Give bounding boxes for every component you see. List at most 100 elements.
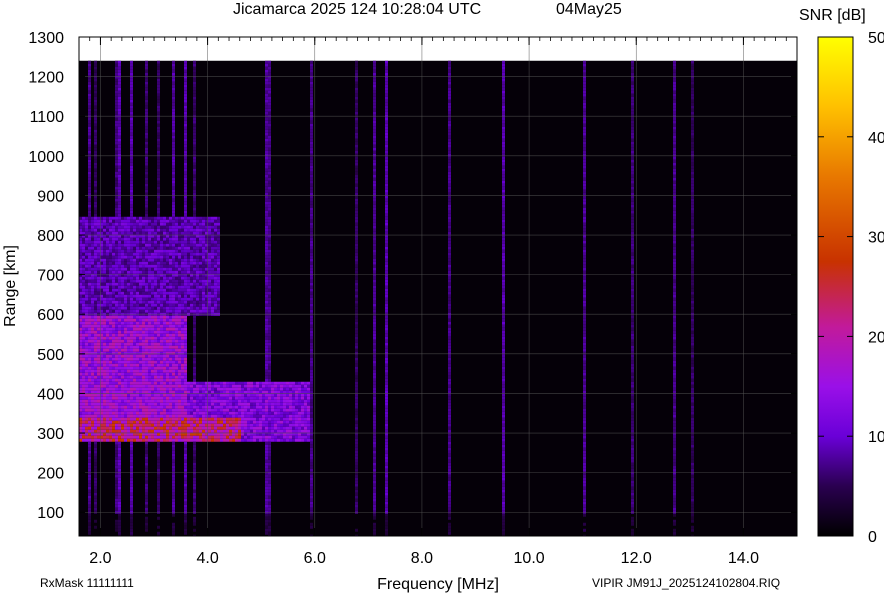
- heatmap-cell: [142, 303, 145, 307]
- heatmap-cell: [163, 327, 166, 331]
- heatmap-cell: [124, 405, 127, 409]
- heatmap-cell: [217, 264, 220, 268]
- heatmap-cell: [82, 426, 85, 430]
- heatmap-cell: [112, 366, 115, 370]
- heatmap-cell: [232, 417, 235, 421]
- heatmap-cell: [274, 429, 277, 433]
- heatmap-cell: [127, 345, 130, 349]
- heatmap-cell: [211, 288, 214, 292]
- heatmap-cell: [193, 393, 196, 397]
- heatmap-cell: [121, 336, 124, 340]
- heatmap-cell: [193, 309, 196, 313]
- heatmap-cell: [85, 438, 88, 442]
- heatmap-cell: [184, 306, 187, 310]
- heatmap-cell: [130, 411, 133, 415]
- heatmap-cell: [160, 381, 163, 385]
- heatmap-cell: [265, 378, 268, 382]
- heatmap-cell: [265, 96, 268, 100]
- heatmap-cell: [109, 222, 112, 226]
- heatmap-cell: [121, 417, 124, 421]
- heatmap-cell: [190, 288, 193, 292]
- heatmap-cell: [145, 363, 148, 367]
- heatmap-cell: [109, 372, 112, 376]
- heatmap-cell: [154, 315, 157, 319]
- heatmap-cell: [298, 411, 301, 415]
- heatmap-cell: [229, 381, 232, 385]
- heatmap-cell: [187, 384, 190, 388]
- heatmap-cell: [88, 330, 91, 334]
- heatmap-cell: [307, 408, 310, 412]
- heatmap-cell: [223, 423, 226, 427]
- heatmap-cell: [115, 141, 118, 145]
- heatmap-cell: [187, 222, 190, 226]
- heatmap-cell: [118, 222, 121, 226]
- heatmap-cell: [97, 411, 100, 415]
- heatmap-cell: [145, 66, 148, 70]
- heatmap-cell: [256, 384, 259, 388]
- chart-date: 04May25: [556, 1, 622, 18]
- heatmap-cell: [283, 423, 286, 427]
- heatmap-cell: [118, 309, 121, 313]
- heatmap-cell: [163, 375, 166, 379]
- heatmap-cell: [130, 396, 133, 400]
- heatmap-cell: [178, 429, 181, 433]
- heatmap-cell: [277, 393, 280, 397]
- heatmap-cell: [157, 261, 160, 265]
- heatmap-cell: [145, 522, 148, 526]
- heatmap-cell: [88, 504, 91, 508]
- heatmap-cell: [199, 306, 202, 310]
- heatmap-cell: [139, 321, 142, 325]
- heatmap-cell: [112, 264, 115, 268]
- heatmap-cell: [127, 231, 130, 235]
- heatmap-cell: [88, 288, 91, 292]
- heatmap-cell: [103, 273, 106, 277]
- heatmap-cell: [115, 495, 118, 499]
- heatmap-cell: [196, 309, 199, 313]
- heatmap-cell: [124, 276, 127, 280]
- heatmap-cell: [235, 405, 238, 409]
- heatmap-cell: [151, 405, 154, 409]
- heatmap-cell: [208, 438, 211, 442]
- heatmap-cell: [190, 426, 193, 430]
- heatmap-cell: [145, 195, 148, 199]
- heatmap-cell: [91, 336, 94, 340]
- heatmap-cell: [178, 267, 181, 271]
- heatmap-cell: [172, 417, 175, 421]
- heatmap-cell: [130, 228, 133, 232]
- heatmap-cell: [109, 423, 112, 427]
- heatmap-cell: [157, 297, 160, 301]
- heatmap-cell: [82, 267, 85, 271]
- heatmap-cell: [214, 396, 217, 400]
- heatmap-cell: [193, 507, 196, 511]
- heatmap-cell: [94, 276, 97, 280]
- heatmap-cell: [127, 243, 130, 247]
- heatmap-cell: [196, 408, 199, 412]
- heatmap-cell: [145, 477, 148, 481]
- heatmap-cell: [151, 267, 154, 271]
- heatmap-cell: [94, 135, 97, 139]
- heatmap-cell: [217, 267, 220, 271]
- heatmap-cell: [88, 228, 91, 232]
- heatmap-cell: [118, 414, 121, 418]
- heatmap-cell: [88, 72, 91, 76]
- heatmap-cell: [130, 345, 133, 349]
- heatmap-cell: [169, 318, 172, 322]
- heatmap-cell: [223, 384, 226, 388]
- heatmap-cell: [202, 252, 205, 256]
- heatmap-cell: [184, 165, 187, 169]
- heatmap-cell: [154, 369, 157, 373]
- heatmap-cell: [199, 429, 202, 433]
- heatmap-cell: [145, 69, 148, 73]
- heatmap-cell: [118, 489, 121, 493]
- heatmap-cell: [145, 387, 148, 391]
- heatmap-cell: [172, 363, 175, 367]
- heatmap-cell: [85, 429, 88, 433]
- heatmap-cell: [289, 381, 292, 385]
- heatmap-cell: [91, 222, 94, 226]
- heatmap-cell: [166, 264, 169, 268]
- heatmap-cell: [148, 402, 151, 406]
- heatmap-cell: [145, 519, 148, 523]
- heatmap-cell: [211, 387, 214, 391]
- heatmap-cell: [241, 384, 244, 388]
- heatmap-cell: [130, 486, 133, 490]
